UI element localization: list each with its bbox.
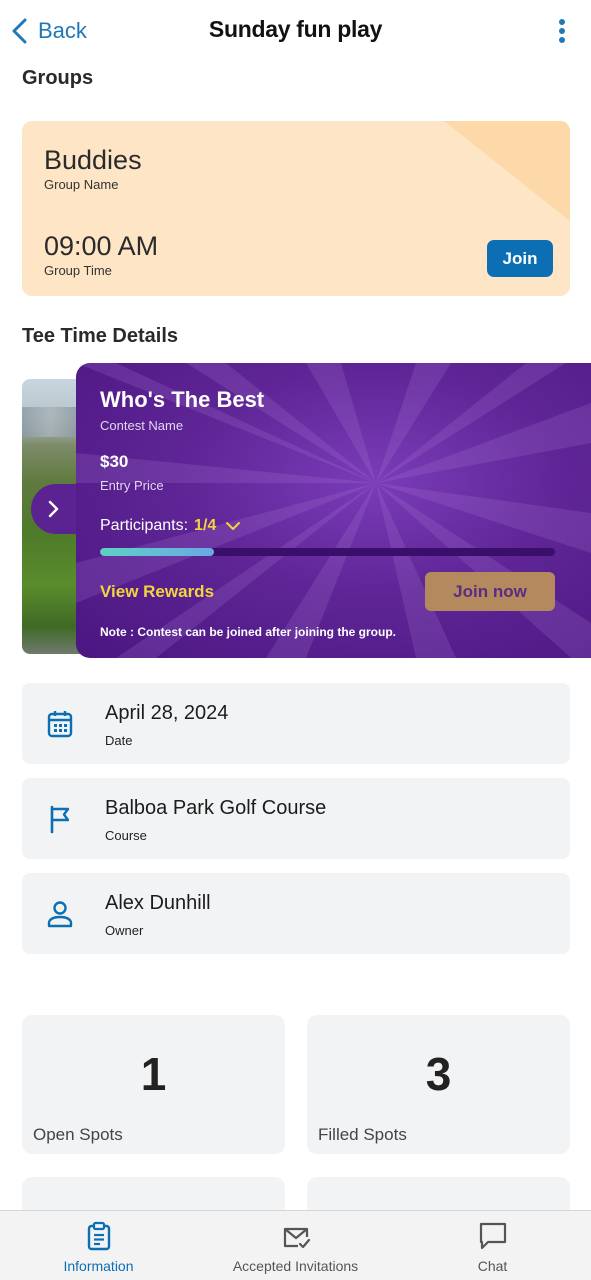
person-icon	[47, 901, 73, 928]
nav-accepted-invitations-label: Accepted Invitations	[232, 1258, 359, 1274]
participants-count: 1/4	[194, 517, 217, 534]
chevron-down-icon	[226, 522, 241, 530]
owner-label: Owner	[105, 923, 144, 938]
join-group-button[interactable]: Join	[487, 240, 553, 277]
contest-name: Who's The Best	[100, 387, 265, 412]
groups-section-title: Groups	[22, 67, 94, 89]
entry-price: $30	[100, 452, 129, 471]
participants-label: Participants:	[100, 517, 189, 534]
contest-note: Note : Contest can be joined after joini…	[100, 625, 397, 639]
tee-time-section-title: Tee Time Details	[22, 325, 178, 347]
owner-row: Alex Dunhill Owner	[22, 873, 570, 954]
calendar-icon	[47, 711, 73, 738]
group-name-label: Group Name	[44, 177, 119, 192]
bottom-navigation: Information Accepted Invitations Chat	[0, 1210, 591, 1280]
chevron-right-icon	[48, 500, 59, 518]
view-rewards-link[interactable]: View Rewards	[100, 582, 214, 602]
contest-card: Who's The Best Contest Name $30 Entry Pr…	[76, 363, 591, 658]
nav-accepted-invitations[interactable]: Accepted Invitations	[197, 1211, 394, 1280]
carousel-next-button[interactable]	[31, 484, 79, 534]
nav-chat[interactable]: Chat	[394, 1211, 591, 1280]
open-spots-card: 1 Open Spots	[22, 1015, 285, 1154]
participants-progress-bar	[100, 548, 555, 556]
mail-check-icon	[283, 1227, 310, 1249]
nav-chat-label: Chat	[477, 1258, 508, 1274]
filled-spots-label: Filled Spots	[318, 1125, 407, 1144]
date-row: April 28, 2024 Date	[22, 683, 570, 764]
open-spots-label: Open Spots	[33, 1125, 123, 1144]
app-header: Back Sunday fun play	[0, 0, 591, 62]
date-label: Date	[105, 733, 133, 748]
entry-price-label: Entry Price	[100, 478, 164, 493]
course-value: Balboa Park Golf Course	[105, 797, 327, 819]
open-spots-value: 1	[140, 1048, 167, 1100]
join-now-button[interactable]: Join now	[425, 572, 555, 611]
flag-icon	[50, 805, 70, 834]
owner-value: Alex Dunhill	[105, 892, 211, 914]
more-options-icon[interactable]	[553, 17, 571, 45]
contest-name-label: Contest Name	[100, 418, 184, 433]
course-label: Course	[105, 828, 147, 843]
group-time-label: Group Time	[44, 263, 112, 278]
progress-fill	[100, 548, 214, 556]
filled-spots-value: 3	[425, 1048, 452, 1100]
card-corner-decoration	[444, 121, 570, 221]
participants-toggle[interactable]: Participants: 1/4	[100, 517, 241, 535]
date-value: April 28, 2024	[105, 702, 229, 724]
course-row: Balboa Park Golf Course Course	[22, 778, 570, 859]
page-title: Sunday fun play	[208, 16, 383, 42]
clipboard-icon	[87, 1221, 110, 1251]
group-card: Buddies Group Name 09:00 AM Group Time J…	[22, 121, 570, 296]
group-time: 09:00 AM	[44, 231, 159, 261]
group-name: Buddies	[44, 145, 142, 175]
nav-information[interactable]: Information	[0, 1211, 197, 1280]
nav-information-label: Information	[63, 1258, 134, 1274]
chat-icon	[479, 1222, 506, 1250]
filled-spots-card: 3 Filled Spots	[307, 1015, 570, 1154]
